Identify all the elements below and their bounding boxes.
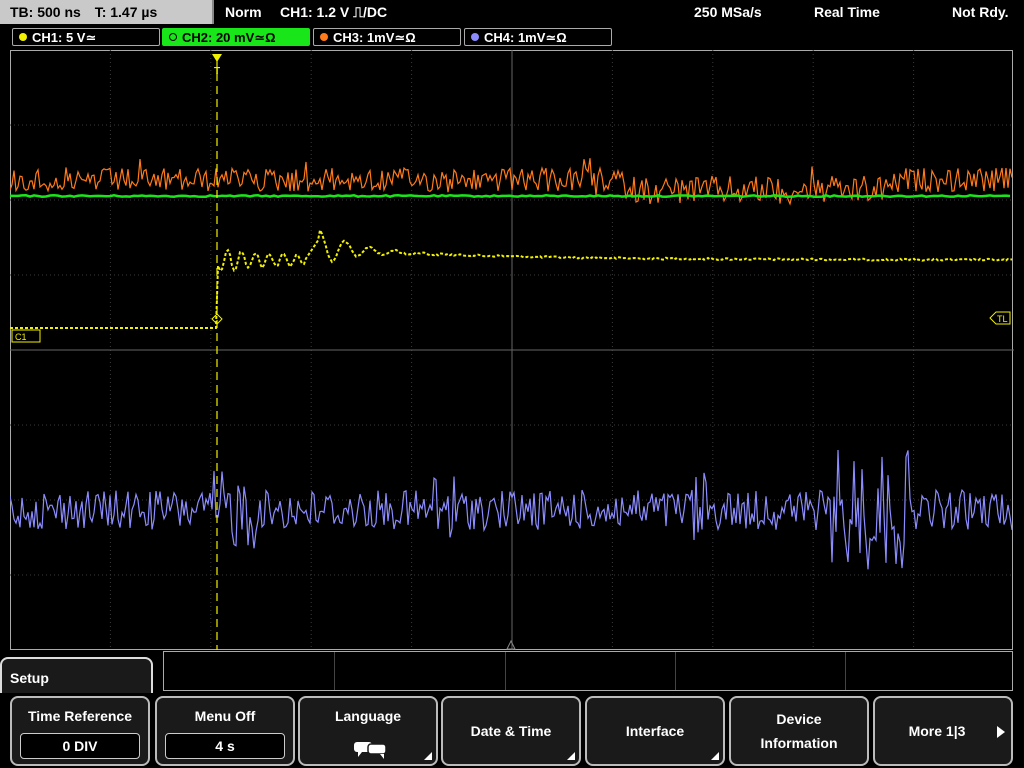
timebase-label: TB: 500 ns: [10, 4, 81, 20]
channel-2-button[interactable]: CH2: 20 mV≃Ω: [162, 28, 310, 46]
time-reference-title: Time Reference: [27, 708, 132, 724]
ch1-ground-marker[interactable]: C1: [11, 329, 41, 343]
status-bar: TB: 500 ns T: 1.47 µs Norm CH1: 1.2 V ⎍/…: [0, 0, 1024, 26]
date-time-softkey[interactable]: Date & Time: [441, 696, 581, 766]
channel-3-button[interactable]: CH3: 1mV≃Ω: [313, 28, 461, 46]
speech-bubbles-icon: [354, 742, 387, 759]
trigger-position-text: T: [214, 66, 220, 77]
channel-1-label: CH1: 5 V≃: [32, 30, 97, 45]
more-title: More 1|3: [908, 723, 966, 739]
menu-off-title: Menu Off: [194, 708, 256, 724]
channel-3-label: CH3: 1mV≃Ω: [333, 30, 416, 45]
ch1-dot-icon: [19, 33, 27, 41]
interface-softkey[interactable]: Interface: [585, 696, 725, 766]
softkey-bar: Time Reference 0 DIV Menu Off 4 s Langua…: [0, 693, 1024, 768]
ch4-dot-icon: [471, 33, 479, 41]
channel-row: CH1: 5 V≃ CH2: 20 mV≃Ω CH3: 1mV≃Ω CH4: 1…: [0, 26, 1024, 48]
ch2-waveform: [10, 193, 1011, 199]
device-info-line1: Device: [776, 711, 822, 727]
trigger-info[interactable]: CH1: 1.2 V ⎍/DC: [280, 0, 387, 24]
menu-strip: [163, 651, 1013, 691]
language-title: Language: [334, 708, 402, 724]
setup-menu-tab[interactable]: Setup: [0, 657, 153, 697]
trigger-level-text: TL: [997, 314, 1008, 324]
channel-1-button[interactable]: CH1: 5 V≃: [12, 28, 160, 46]
waveform-display[interactable]: T C1 TL: [10, 50, 1014, 650]
device-info-line2: Information: [760, 735, 838, 751]
ch1-marker-text: C1: [15, 332, 27, 342]
device-information-softkey[interactable]: Device Information: [729, 696, 869, 766]
timebase-box[interactable]: TB: 500 ns T: 1.47 µs: [0, 0, 214, 24]
acquisition-mode: Real Time: [814, 4, 880, 20]
ch3-dot-icon: [320, 33, 328, 41]
time-position-label: T: 1.47 µs: [94, 4, 158, 20]
submenu-corner-icon: [424, 752, 432, 760]
more-softkey[interactable]: More 1|3: [873, 696, 1013, 766]
arrow-right-icon: [997, 726, 1005, 738]
submenu-corner-icon: [567, 752, 575, 760]
acquisition-status: Not Rdy.: [952, 4, 1009, 20]
sample-rate: 250 MSa/s: [694, 4, 762, 20]
interface-title: Interface: [625, 723, 685, 739]
channel-4-button[interactable]: CH4: 1mV≃Ω: [464, 28, 612, 46]
time-reference-value: 0 DIV: [20, 733, 140, 759]
menu-title: Setup: [10, 670, 49, 686]
menu-off-softkey[interactable]: Menu Off 4 s: [155, 696, 295, 766]
time-reference-softkey[interactable]: Time Reference 0 DIV: [10, 696, 150, 766]
date-time-title: Date & Time: [470, 723, 552, 739]
channel-2-label: CH2: 20 mV≃Ω: [182, 30, 276, 45]
trigger-mode[interactable]: Norm: [225, 0, 262, 24]
submenu-corner-icon: [711, 752, 719, 760]
menu-off-value: 4 s: [165, 733, 285, 759]
language-softkey[interactable]: Language: [298, 696, 438, 766]
channel-4-label: CH4: 1mV≃Ω: [484, 30, 567, 45]
ch2-dot-icon: [169, 33, 177, 41]
